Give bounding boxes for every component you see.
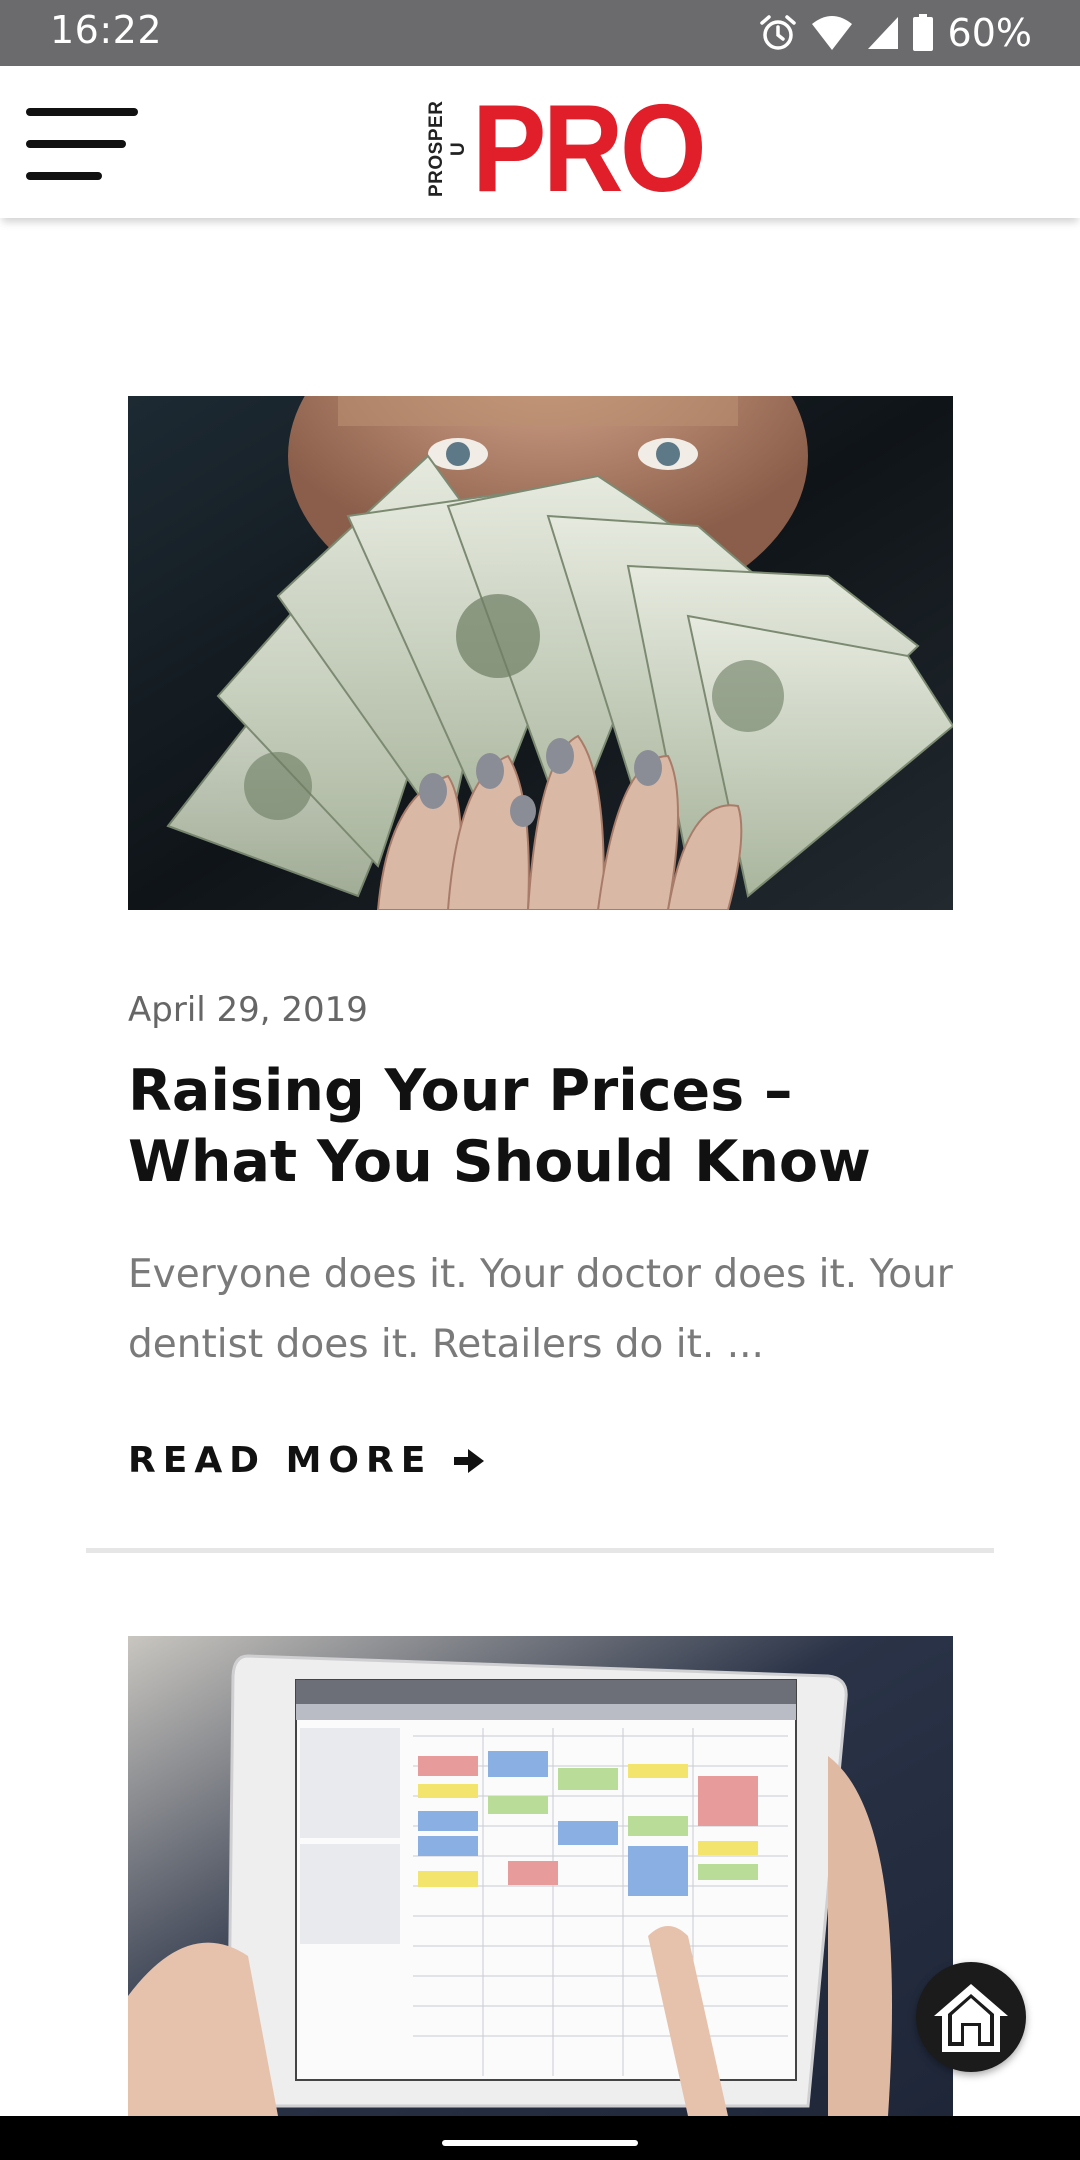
app-header: PROSPER U PRO: [0, 66, 1080, 218]
status-time: 16:22: [50, 8, 163, 52]
home-gesture-handle[interactable]: [442, 2140, 638, 2146]
article-image-calendar[interactable]: [128, 1636, 953, 2116]
home-button[interactable]: [916, 1962, 1026, 2072]
alarm-icon: [758, 13, 798, 53]
battery-icon: [912, 14, 934, 52]
prosperu-pro-logo[interactable]: PROSPER U PRO: [426, 80, 729, 218]
article-title[interactable]: Raising Your Prices – What You Should Kn…: [128, 1056, 968, 1198]
read-more-label: READ MORE: [128, 1440, 433, 1481]
article-date: April 29, 2019: [128, 990, 368, 1030]
article-image-money[interactable]: [128, 396, 953, 910]
status-bar: 16:22 60%: [0, 0, 1080, 66]
article-divider: [86, 1548, 994, 1553]
article-excerpt: Everyone does it. Your doctor does it. Y…: [128, 1252, 953, 1367]
system-navigation-bar: [0, 2116, 1080, 2160]
logo-small-text: PROSPER U: [426, 100, 469, 198]
home-icon: [934, 1984, 1008, 2052]
battery-percentage: 60%: [947, 11, 1032, 55]
read-more-link[interactable]: READ MORE: [128, 1440, 486, 1481]
signal-icon: [866, 15, 900, 51]
hamburger-menu-icon[interactable]: [26, 104, 140, 190]
status-icons: 60%: [758, 10, 1032, 56]
logo-main-text: PRO: [472, 80, 707, 218]
wifi-icon: [810, 14, 854, 52]
arrow-right-icon: [454, 1448, 485, 1473]
